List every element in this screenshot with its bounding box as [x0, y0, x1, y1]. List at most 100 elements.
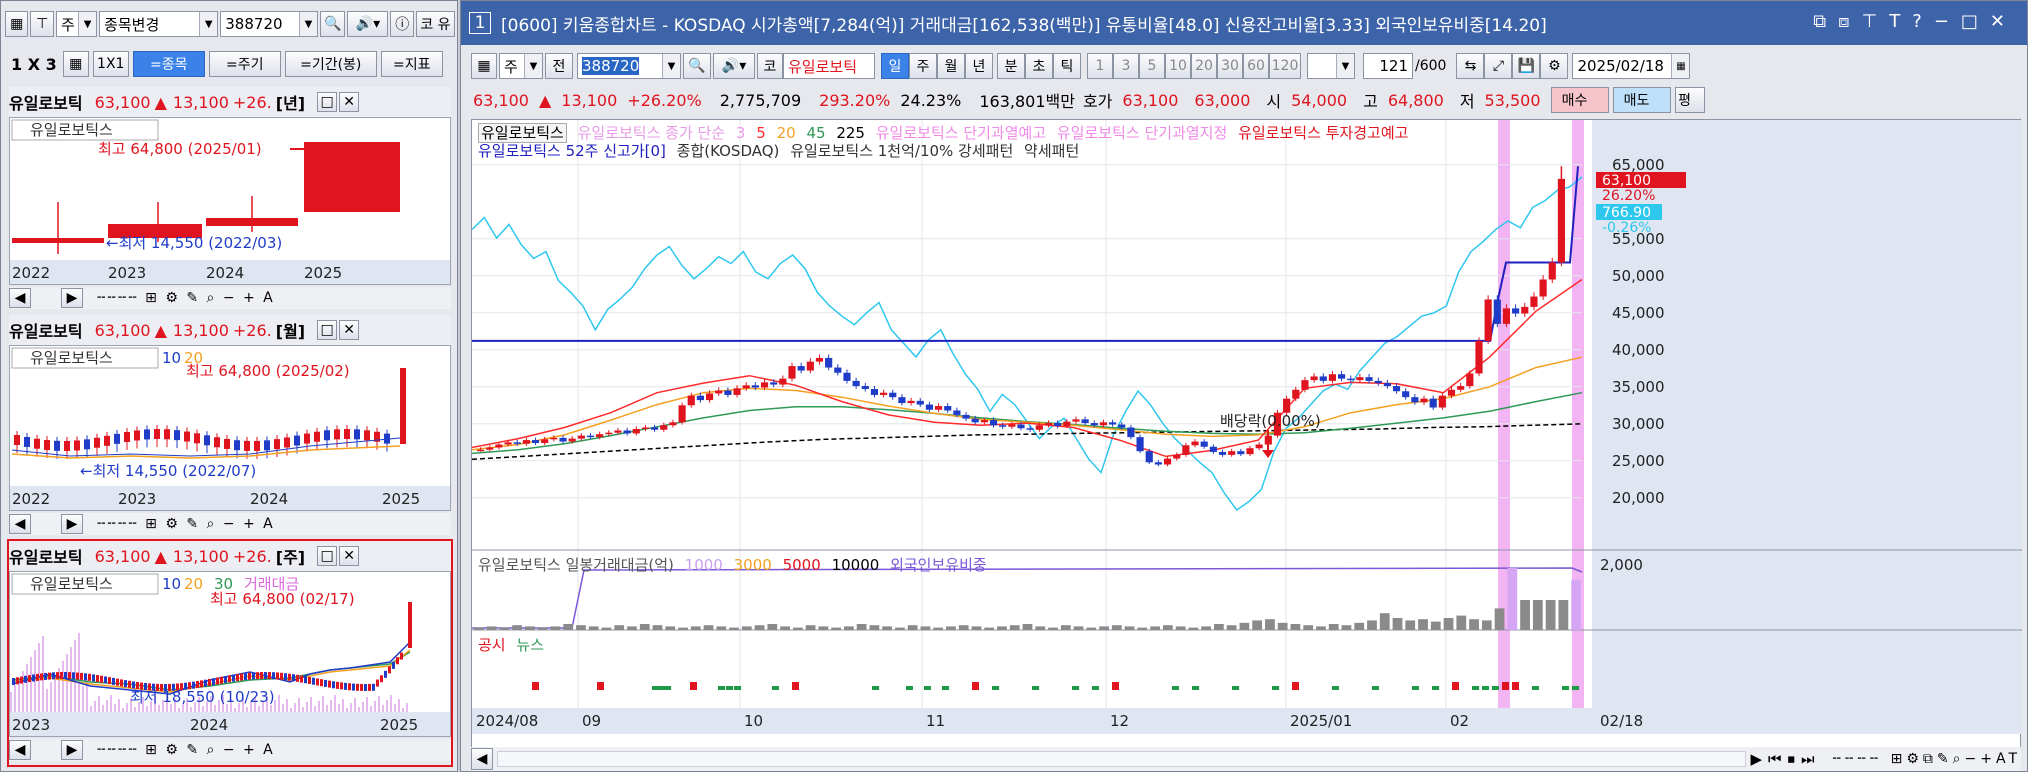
- mini-candle-body: [124, 680, 127, 688]
- grid-icon[interactable]: ▦: [62, 51, 89, 77]
- mini-candle-body: [124, 431, 130, 442]
- save-icon[interactable]: 💾: [1512, 53, 1541, 79]
- scroll-right-icon[interactable]: ▶: [61, 288, 83, 308]
- sound-icon[interactable]: 🔊▾: [713, 53, 755, 79]
- mini-scrollbar[interactable]: ◀ ▶ ╌╌╌╌ ⊞ ⚙ ✎ ⌕ − + A: [9, 513, 451, 535]
- market-button[interactable]: 코: [757, 53, 783, 79]
- legend-news[interactable]: 뉴스: [516, 636, 544, 654]
- legend-52w-high[interactable]: 유일로보틱스 52주 신고가[0]: [478, 142, 666, 160]
- eval-button[interactable]: 평: [1674, 87, 1705, 113]
- period-select[interactable]: 주 ▼: [499, 53, 543, 79]
- close-icon[interactable]: ✕: [339, 546, 360, 566]
- close-icon[interactable]: ✕: [339, 92, 360, 112]
- scroll-left-icon[interactable]: ◀: [9, 740, 31, 760]
- stock-change-select[interactable]: 종목변경 ▼: [99, 11, 219, 37]
- zoom-icon[interactable]: ⤢: [1484, 53, 1513, 79]
- mini-tool-icons[interactable]: ╌╌╌╌ ⊞ ⚙ ✎ ⌕ − + A: [97, 516, 275, 532]
- unit-year[interactable]: 년: [965, 53, 993, 79]
- buy-button-label: 매수: [1561, 93, 1588, 109]
- layout-icon[interactable]: ▦: [471, 53, 497, 79]
- period-select[interactable]: 주 ▼: [55, 11, 98, 37]
- window-controls[interactable]: ⧉⧈⊤T?−□✕: [1813, 11, 2017, 32]
- legend-strong-pattern[interactable]: 유일로보틱스 1천억/10% 강세패턴: [790, 142, 1013, 160]
- calendar-icon[interactable]: ▦: [1671, 54, 1690, 78]
- legend-trade-value[interactable]: 유일로보틱스 일봉거래대금(억): [478, 556, 674, 574]
- move-icon[interactable]: ⇆: [1456, 53, 1485, 79]
- interval-120[interactable]: 120: [1269, 53, 1301, 79]
- scroll-left-icon[interactable]: ◀: [9, 514, 31, 534]
- interval-1[interactable]: 1: [1087, 53, 1113, 79]
- sync-period-button[interactable]: =주기: [208, 51, 281, 77]
- unit-week[interactable]: 주: [909, 53, 937, 79]
- candle-body: [907, 400, 915, 404]
- volume-bar: [1175, 626, 1186, 630]
- interval-60[interactable]: 60: [1243, 53, 1269, 79]
- unit-second[interactable]: 초: [1025, 53, 1053, 79]
- interval-30[interactable]: 30: [1217, 53, 1243, 79]
- search-icon[interactable]: 🔍: [683, 53, 711, 79]
- unit-day[interactable]: 일: [881, 53, 909, 79]
- stock-name-field[interactable]: 유일로보틱: [783, 53, 875, 79]
- bottom-tool-icons[interactable]: ╌╌╌╌ ⊞⚙⧉✎⌕−+AT: [1832, 751, 2021, 767]
- legend-invest-warning[interactable]: 유일로보틱스 투자경고예고: [1238, 124, 1408, 142]
- code-input[interactable]: 388720 ▼: [220, 11, 318, 37]
- scroll-left-icon[interactable]: ◀: [471, 748, 493, 770]
- news-marker: [664, 686, 671, 690]
- main-scrollbar[interactable]: ◀ ▶⏮⏹⏭ ╌╌╌╌ ⊞⚙⧉✎⌕−+AT: [471, 747, 2021, 771]
- maximize-icon[interactable]: □: [317, 92, 338, 112]
- buy-button[interactable]: 매수: [1550, 87, 1609, 113]
- sell-button[interactable]: 매도: [1612, 87, 1671, 113]
- mini-volume-bar: [190, 707, 192, 712]
- chart-area[interactable]: 65,000 55,000 50,000 45,000 40,000 35,000 30,0…: [471, 119, 2022, 749]
- mini-tool-icons[interactable]: ╌╌╌╌ ⊞ ⚙ ✎ ⌕ − + A: [97, 742, 275, 758]
- main-chart-svg: 65,00055,00050,00045,00040,00035,00030,0…: [471, 120, 2022, 734]
- mini-scrollbar[interactable]: ◀ ▶ ╌╌╌╌ ⊞ ⚙ ✎ ⌕ − + A: [9, 739, 451, 761]
- unit-tick[interactable]: 틱: [1053, 53, 1081, 79]
- legend-kosdaq[interactable]: 종합(KOSDAQ): [677, 142, 780, 160]
- close-icon[interactable]: ✕: [339, 320, 360, 340]
- news-marker: [1502, 682, 1509, 690]
- gear-icon[interactable]: ⚙: [1540, 53, 1569, 79]
- search-icon[interactable]: 🔍: [320, 11, 346, 37]
- layout-icon[interactable]: ▦: [5, 11, 29, 37]
- sound-icon[interactable]: 🔊▾: [347, 11, 389, 37]
- code-input[interactable]: 388720 ▼: [577, 53, 681, 79]
- bar-count-input[interactable]: 121: [1363, 53, 1413, 79]
- prev-button[interactable]: 전: [545, 53, 573, 79]
- playback-controls[interactable]: ▶⏮⏹⏭: [1750, 750, 1820, 768]
- candle-body: [999, 425, 1007, 427]
- info-icon[interactable]: ⓘ: [390, 11, 414, 37]
- interval-5[interactable]: 5: [1139, 53, 1165, 79]
- unit-minute[interactable]: 분: [997, 53, 1025, 79]
- interval-3[interactable]: 3: [1113, 53, 1139, 79]
- interval-20[interactable]: 20: [1191, 53, 1217, 79]
- custom-interval-select[interactable]: ▼: [1307, 53, 1355, 79]
- scroll-right-icon[interactable]: ▶: [61, 514, 83, 534]
- mini-candle-body: [224, 675, 227, 683]
- candle-body: [559, 437, 567, 442]
- mini-tool-icons[interactable]: ╌╌╌╌ ⊞ ⚙ ✎ ⌕ − + A: [97, 290, 275, 306]
- legend-disclosure[interactable]: 공시: [478, 636, 506, 654]
- maximize-icon[interactable]: □: [317, 320, 338, 340]
- pin-icon[interactable]: ⊤: [30, 11, 54, 37]
- scroll-left-icon[interactable]: ◀: [9, 288, 31, 308]
- candle-2025: [304, 142, 400, 212]
- sync-indicator-button[interactable]: =지표: [380, 51, 443, 77]
- legend-foreign-ratio[interactable]: 외국인보유비중: [890, 556, 987, 574]
- sync-stock-button[interactable]: =종목: [132, 51, 205, 77]
- mini-scrollbar[interactable]: ◀ ▶ ╌╌╌╌ ⊞ ⚙ ✎ ⌕ − + A: [9, 287, 451, 309]
- candle-body: [550, 437, 558, 440]
- legend-weak-pattern[interactable]: 약세패턴: [1024, 142, 1079, 160]
- mini-candle-body: [408, 602, 412, 648]
- scroll-track[interactable]: [497, 751, 1747, 767]
- kosdaq-tab[interactable]: 코 유: [415, 11, 455, 37]
- maximize-icon[interactable]: □: [317, 546, 338, 566]
- scroll-right-icon[interactable]: ▶: [61, 740, 83, 760]
- mini-candle-body: [74, 440, 80, 451]
- unit-month[interactable]: 월: [937, 53, 965, 79]
- one-by-one-button[interactable]: 1X1: [92, 51, 129, 77]
- interval-10[interactable]: 10: [1165, 53, 1191, 79]
- sync-range-button[interactable]: =기간(봉): [284, 51, 377, 77]
- date-input[interactable]: 2025/02/18 ▦: [1572, 53, 1691, 79]
- mini-candle-body: [324, 430, 330, 441]
